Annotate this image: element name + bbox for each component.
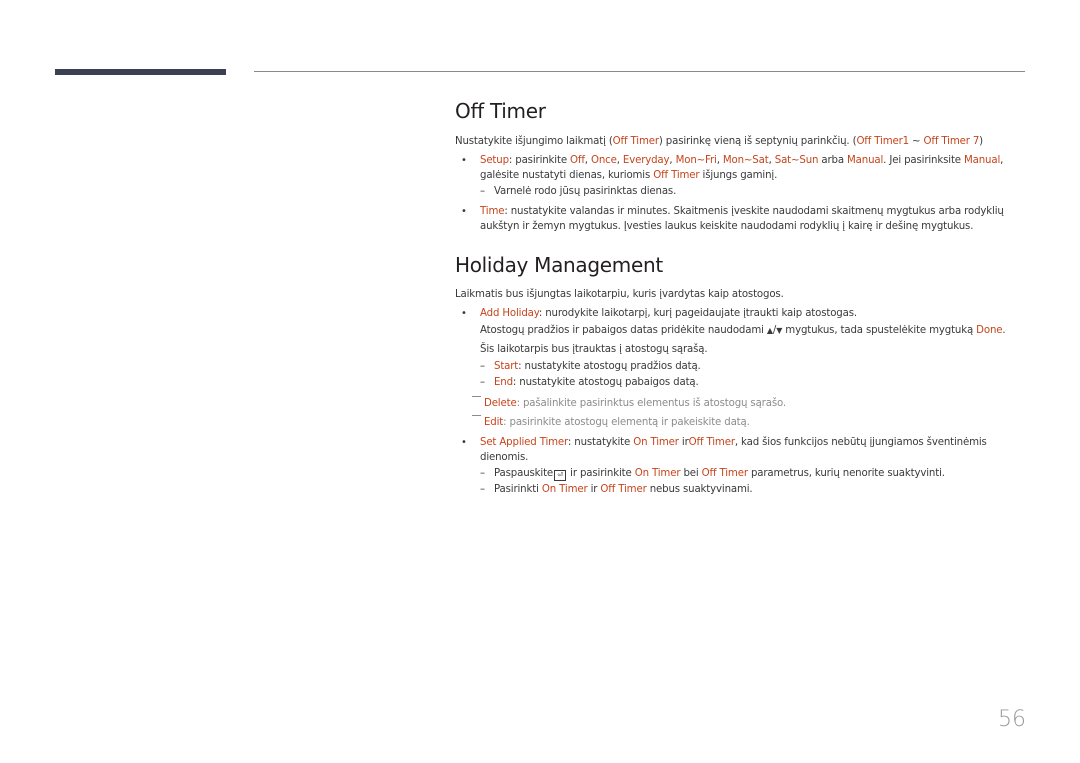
add-holiday-line2: Atostogų pradžios ir pabaigos datas prid… xyxy=(480,323,1055,338)
text: : nustatykite atostogų pradžios datą. xyxy=(518,361,701,372)
bullet-icon: • xyxy=(461,155,467,166)
text: ir pasirinkite xyxy=(567,468,635,479)
dash-icon: – xyxy=(480,484,485,495)
term-off-timer: Off Timer xyxy=(701,468,748,479)
chapter-bar xyxy=(55,69,226,75)
term-sat-sun: Sat~Sun xyxy=(774,155,819,166)
text: : pasirinkite atostogų elementą ir pakei… xyxy=(503,417,750,428)
section-title-off-timer: Off Timer xyxy=(455,99,546,123)
term-off: Off xyxy=(570,155,585,166)
text: . xyxy=(1002,325,1006,336)
text: , kad šios funkcijos nebūtų įjungiamos š… xyxy=(734,437,987,448)
text: bei xyxy=(680,468,702,479)
term-on-timer: On Timer xyxy=(634,468,681,479)
setup-subnote: Varnelė rodo jūsų pasirinktas dienas. xyxy=(494,186,677,197)
text: mygtukus, tada spustelėkite mygtuką xyxy=(782,325,977,336)
term-setup: Setup xyxy=(480,155,509,166)
term-off-timer: Off Timer xyxy=(653,170,700,181)
text: , xyxy=(1000,155,1004,166)
note-icon xyxy=(472,396,481,397)
dash-icon: – xyxy=(480,361,485,372)
text: išjungs gaminį. xyxy=(699,170,778,181)
term-time: Time xyxy=(480,206,505,217)
text: Paspauskite xyxy=(494,468,554,479)
header-rule xyxy=(254,71,1025,72)
term-end: End xyxy=(494,377,513,388)
add-holiday-line3: Šis laikotarpis bus įtrauktas į atostogų… xyxy=(480,344,708,355)
dash-icon: – xyxy=(480,186,485,197)
text: parametrus, kurių nenorite suaktyvinti. xyxy=(747,468,945,479)
term-done: Done xyxy=(976,325,1003,336)
text: : pašalinkite pasirinktus elementus iš a… xyxy=(516,398,787,409)
holiday-intro: Laikmatis bus išjungtas laikotarpiu, kur… xyxy=(455,289,784,300)
term-off-timer: Off Timer xyxy=(688,437,735,448)
setup-item-line2: galėsite nustatyti dienas, kuriomis Off … xyxy=(480,168,1055,183)
end-subitem: End: nustatykite atostogų pabaigos datą. xyxy=(494,375,1069,390)
time-item: Time: nustatykite valandas ir minutes. S… xyxy=(480,204,1055,219)
page-number: 56 xyxy=(998,707,1026,732)
term-manual: Manual xyxy=(964,155,1001,166)
enter-icon: ⏎ xyxy=(554,470,567,481)
edit-note: Edit: pasirinkite atostogų elementą ir p… xyxy=(472,415,1047,430)
text: galėsite nustatyti dienas, kuriomis xyxy=(480,170,654,181)
text: arba xyxy=(818,155,848,166)
text: ) xyxy=(979,136,983,147)
term-edit: Edit xyxy=(484,417,504,428)
note-icon xyxy=(472,415,481,416)
applied-sub2: Pasirinkti On Timer ir Off Timer nebus s… xyxy=(494,482,1069,497)
text: ~ xyxy=(908,136,924,147)
text: Pasirinkti xyxy=(494,484,542,495)
text: Atostogų pradžios ir pabaigos datas prid… xyxy=(480,325,767,336)
text: : nustatykite atostogų pabaigos datą. xyxy=(512,377,699,388)
bullet-icon: • xyxy=(461,308,467,319)
time-item-line2: aukštyn ir žemyn mygtukus. Įvesties lauk… xyxy=(480,221,974,232)
term-set-applied-timer: Set Applied Timer xyxy=(480,437,568,448)
term-start: Start xyxy=(494,361,519,372)
term-delete: Delete xyxy=(484,398,517,409)
text: . Jei pasirinksite xyxy=(883,155,965,166)
term-off-timer1: Off Timer1 xyxy=(856,136,909,147)
bullet-icon: • xyxy=(461,206,467,217)
text: nebus suaktyvinami. xyxy=(646,484,753,495)
term-mon-sat: Mon~Sat xyxy=(722,155,769,166)
term-on-timer: On Timer xyxy=(541,484,588,495)
text: : nurodykite laikotarpį, kurį pageidauja… xyxy=(538,308,857,319)
setup-item: Setup: pasirinkite Off, Once, Everyday, … xyxy=(480,153,1055,168)
add-holiday-item: Add Holiday: nurodykite laikotarpį, kurį… xyxy=(480,306,1055,321)
text: : nustatykite xyxy=(567,437,634,448)
off-timer-intro: Nustatykite išjungimo laikmatį (Off Time… xyxy=(455,134,1030,149)
term-mon-fri: Mon~Fri xyxy=(675,155,717,166)
term-everyday: Everyday xyxy=(622,155,670,166)
term-on-timer: On Timer xyxy=(633,437,679,448)
term-once: Once xyxy=(590,155,617,166)
text: ir xyxy=(678,437,689,448)
dash-icon: – xyxy=(480,377,485,388)
term-off-timer7: Off Timer 7 xyxy=(923,136,980,147)
text: : pasirinkite xyxy=(508,155,571,166)
set-applied-timer-line2: dienomis. xyxy=(480,452,529,463)
applied-sub1: Paspauskite ⏎ ir pasirinkite On Timer bei… xyxy=(494,466,1069,481)
start-subitem: Start: nustatykite atostogų pradžios dat… xyxy=(494,359,1069,374)
section-title-holiday-management: Holiday Management xyxy=(455,253,663,277)
text: ) pasirinkę vieną iš septynių parinkčių.… xyxy=(658,136,857,147)
bullet-icon: • xyxy=(461,437,467,448)
text: Nustatykite išjungimo laikmatį ( xyxy=(455,136,613,147)
dash-icon: – xyxy=(480,468,485,479)
term-manual: Manual xyxy=(847,155,884,166)
text: : nustatykite valandas ir minutes. Skait… xyxy=(504,206,1004,217)
term-add-holiday: Add Holiday xyxy=(480,308,539,319)
term-off-timer: Off Timer xyxy=(612,136,659,147)
term-off-timer: Off Timer xyxy=(600,484,647,495)
delete-note: Delete: pašalinkite pasirinktus elementu… xyxy=(472,396,1047,411)
set-applied-timer-item: Set Applied Timer: nustatykite On Timer … xyxy=(480,435,1055,450)
text: ir xyxy=(587,484,601,495)
